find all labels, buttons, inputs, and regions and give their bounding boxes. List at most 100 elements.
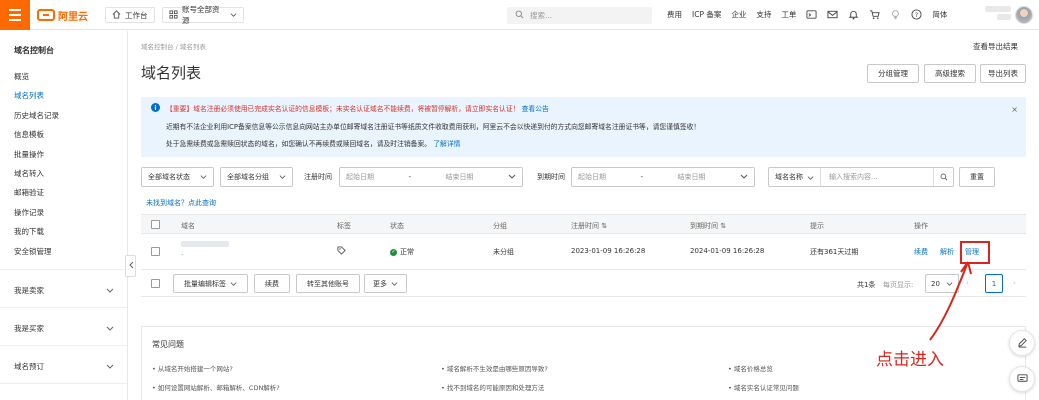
prev-page-button[interactable]: ‹: [966, 279, 969, 287]
feedback-edit-button[interactable]: [1009, 330, 1035, 356]
bulk-edit-tags-select[interactable]: 批量编辑标签: [173, 274, 248, 293]
help-icon[interactable]: ?: [911, 9, 922, 20]
search-icon: [515, 10, 524, 21]
register-date-range[interactable]: 起始日期 - 结束日期: [339, 167, 523, 187]
row-checkbox[interactable]: [151, 247, 160, 256]
search-field-select[interactable]: 域名名称: [769, 168, 821, 186]
transfer-account-button[interactable]: 转至其他账号: [296, 274, 360, 293]
select-all-checkbox[interactable]: [151, 220, 160, 229]
notice-banner: i 【重要】域名注册必须使用已完成实名认证的信息模板；未实名认证域名不能续费，将…: [141, 97, 1026, 157]
view-export-results-link[interactable]: 查看导出结果: [973, 41, 1018, 52]
search-icon[interactable]: [933, 168, 953, 186]
notice-line-2: 近期有不法企业利用ICP备案信息等公示信息向网站主办单位邮寄域名注册证书等纸质文…: [166, 123, 701, 131]
sidebar-item-downloads[interactable]: 我的下载: [14, 226, 44, 237]
domain-status-value: 全部域名状态: [148, 173, 190, 181]
faq-item[interactable]: • 域名解析不生效是由哪些原因导致?: [441, 363, 548, 373]
annotation-text: 点击进入: [876, 350, 944, 370]
sidebar-item-templates[interactable]: 信息模板: [14, 129, 44, 140]
avatar[interactable]: [1015, 6, 1033, 24]
expire-date-range[interactable]: 起始日期 - 结束日期: [571, 167, 755, 187]
faq-item[interactable]: • 如何设置网站解析、邮箱解析、CDN解析?: [152, 382, 280, 392]
sidebar-item-operation-log[interactable]: 操作记录: [14, 207, 44, 218]
not-found-domain-link[interactable]: 未找到域名？点此查询: [146, 198, 216, 208]
search-field-value: 域名名称: [775, 173, 803, 181]
close-icon[interactable]: ×: [1011, 105, 1018, 114]
per-page-value: 20: [931, 279, 940, 288]
col-register-time[interactable]: 注册时间 ⇅: [571, 221, 607, 231]
advanced-search-button[interactable]: 高级搜索: [924, 64, 976, 83]
domain-status-select[interactable]: 全部域名状态: [141, 167, 214, 187]
faq-item[interactable]: • 从域名开始搭建一个网站?: [152, 363, 233, 373]
link-enterprise[interactable]: 企业: [731, 9, 746, 20]
reset-button[interactable]: 重置: [959, 167, 995, 187]
sidebar-item-transfer-in[interactable]: 域名转入: [14, 168, 44, 179]
link-ticket[interactable]: 工单: [781, 9, 796, 20]
expire-end-date[interactable]: 结束日期: [678, 172, 706, 182]
link-billing[interactable]: 费用: [667, 9, 682, 20]
bulk-renew-button[interactable]: 续费: [254, 274, 290, 293]
sidebar-item-domain-list[interactable]: 域名列表: [14, 90, 44, 101]
sidebar-item-security-lock[interactable]: 安全锁管理: [14, 246, 52, 257]
search-keyword-input[interactable]: 输入搜索内容...: [821, 172, 933, 182]
sidebar-group-seller[interactable]: 我是卖家: [14, 285, 114, 296]
link-icp[interactable]: ICP 备案: [692, 9, 721, 20]
sidebar-group-reservation[interactable]: 域名预订: [14, 361, 114, 372]
sidebar-group-buyer[interactable]: 我是买家: [14, 323, 114, 334]
col-expire-time[interactable]: 到期时间 ⇅: [690, 221, 726, 231]
view-announcement-link[interactable]: 查看公告: [522, 105, 549, 113]
domain-group-select[interactable]: 全部域名分组: [220, 167, 293, 187]
chat-support-button[interactable]: [1009, 366, 1035, 392]
top-links: 费用 ICP 备案 企业 支持 工单 ? 简体: [667, 9, 957, 20]
per-page-select[interactable]: 20: [925, 274, 959, 293]
cart-icon[interactable]: [869, 9, 881, 20]
chevron-down-icon: [106, 362, 114, 372]
sidebar-item-history[interactable]: 历史域名记录: [14, 110, 59, 121]
mail-icon[interactable]: [827, 9, 838, 20]
sidebar-divider: [0, 383, 127, 384]
page-number-button[interactable]: 1: [985, 274, 1003, 293]
bulb-icon[interactable]: [890, 9, 901, 20]
register-time-label: 注册时间: [304, 173, 332, 181]
account-scope-select[interactable]: 账号全部资源: [162, 5, 244, 25]
user-account-name[interactable]: [985, 6, 1011, 24]
sidebar-item-overview[interactable]: 概览: [14, 71, 29, 82]
bulk-edit-tags-label: 批量编辑标签: [184, 279, 226, 288]
aliyun-logo[interactable]: 阿里云: [37, 8, 88, 23]
register-start-date[interactable]: 起始日期: [346, 172, 374, 182]
faq-item-text: 找不到域名的可能原因和处理方法: [446, 384, 545, 392]
link-support[interactable]: 支持: [756, 9, 771, 20]
more-actions-select[interactable]: 更多: [364, 274, 407, 293]
global-search-input[interactable]: 搜索...: [507, 7, 652, 24]
dns-link[interactable]: 解析: [940, 247, 954, 257]
expire-start-date[interactable]: 起始日期: [578, 172, 606, 182]
workbench-button[interactable]: 工作台: [105, 7, 155, 23]
chevron-down-icon: [279, 173, 286, 182]
group-manage-button[interactable]: 分组管理: [867, 64, 919, 83]
hint-cell: 还有361天过期: [810, 248, 859, 256]
svg-text:?: ?: [915, 11, 918, 19]
col-group: 分组: [493, 222, 507, 230]
learn-more-link[interactable]: 了解详情: [433, 140, 460, 148]
breadcrumb-console[interactable]: 域名控制台: [141, 43, 174, 51]
sidebar-item-email-verify[interactable]: 邮箱验证: [14, 187, 44, 198]
hamburger-menu-button[interactable]: [0, 0, 30, 30]
chat-icon: [1016, 373, 1028, 386]
tag-icon[interactable]: [337, 246, 346, 257]
expire-time-cell: 2024-01-09 16:26:28: [690, 247, 765, 255]
sidebar-divider: [0, 345, 127, 346]
register-end-date[interactable]: 结束日期: [446, 172, 474, 182]
renew-link[interactable]: 续费: [914, 247, 928, 257]
col-status: 状态: [390, 222, 404, 230]
bulk-select-checkbox[interactable]: [151, 279, 160, 288]
terminal-icon[interactable]: [806, 9, 817, 20]
next-page-button[interactable]: ›: [1013, 279, 1016, 287]
domain-name-redacted[interactable]: [181, 241, 229, 247]
bell-icon[interactable]: [848, 9, 859, 20]
check-circle-icon: ✓: [390, 248, 397, 256]
sidebar-item-batch[interactable]: 批量操作: [14, 149, 44, 160]
export-list-button[interactable]: 导出列表: [980, 64, 1026, 83]
faq-item[interactable]: • 找不到域名的可能原因和处理方法: [441, 382, 544, 392]
faq-item[interactable]: • 域名实名认证常见问题: [728, 382, 799, 392]
language-switch[interactable]: 简体: [932, 9, 947, 20]
faq-item[interactable]: • 域名价格总览: [728, 363, 773, 373]
